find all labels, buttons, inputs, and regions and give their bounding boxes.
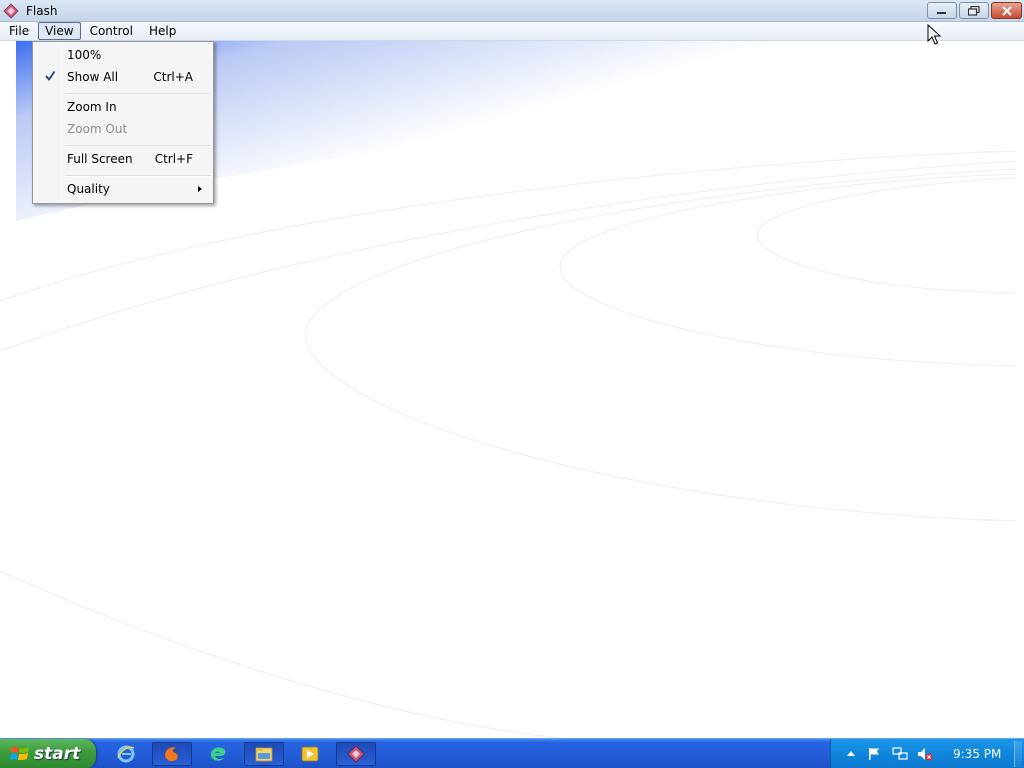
show-desktop-button[interactable] [1014, 741, 1022, 767]
network-icon[interactable] [892, 747, 908, 761]
menu-view[interactable]: View [38, 22, 81, 40]
menu-item-label: Show All [67, 70, 119, 84]
taskbar-item-edge[interactable] [198, 742, 238, 766]
title-bar: Flash [0, 0, 1024, 22]
volume-muted-icon[interactable] [917, 747, 933, 761]
menu-item-label: 100% [67, 48, 102, 62]
menu-item-zoom-out: Zoom Out [35, 119, 211, 139]
menu-item-label: Zoom Out [67, 122, 128, 136]
menu-item-100-percent[interactable]: 100% [35, 45, 211, 65]
minimize-button[interactable] [927, 2, 957, 19]
menu-separator [65, 93, 211, 95]
taskbar-item-file-explorer[interactable] [244, 742, 284, 766]
menu-separator [65, 145, 211, 147]
menu-help[interactable]: Help [142, 22, 183, 40]
menu-control[interactable]: Control [83, 22, 140, 40]
menu-bar: File View Control Help [0, 22, 1024, 41]
flash-player-icon [347, 745, 365, 763]
firefox-icon [164, 746, 180, 762]
menu-item-shortcut: Ctrl+F [154, 152, 193, 166]
menu-item-label: Full Screen [67, 152, 133, 166]
edge-icon [210, 747, 226, 761]
restore-icon [968, 5, 980, 16]
taskbar-item-firefox[interactable] [152, 742, 192, 766]
taskbar-clock[interactable]: 9:35 PM [953, 747, 1001, 761]
internet-explorer-icon [117, 745, 135, 763]
close-button[interactable] [991, 2, 1022, 19]
menu-item-quality[interactable]: Quality [35, 179, 211, 199]
menu-item-zoom-in[interactable]: Zoom In [35, 97, 211, 117]
taskbar: start 9:35 PM [0, 738, 1024, 768]
close-icon [1001, 5, 1012, 16]
taskbar-item-media-player[interactable] [290, 742, 330, 766]
restore-button[interactable] [959, 2, 989, 19]
view-menu-dropdown: 100% Show All Ctrl+A Zoom In Zoom Out Fu… [32, 41, 214, 204]
mouse-cursor-icon [927, 24, 941, 45]
taskbar-item-internet-explorer[interactable] [106, 742, 146, 766]
media-player-icon [301, 746, 319, 762]
window-title: Flash [26, 3, 58, 18]
start-label: start [34, 744, 81, 764]
file-explorer-icon [255, 747, 273, 762]
flash-app-icon [3, 2, 19, 19]
menu-item-show-all[interactable]: Show All Ctrl+A [35, 67, 211, 87]
start-button[interactable]: start [0, 739, 96, 768]
show-hidden-icons-arrow-icon[interactable] [847, 750, 855, 756]
menu-separator [65, 175, 211, 177]
checkmark-icon [45, 70, 56, 81]
menu-file[interactable]: File [2, 22, 36, 40]
menu-item-label: Quality [67, 182, 110, 196]
action-center-flag-icon[interactable] [867, 747, 881, 761]
system-tray: 9:35 PM [830, 739, 1024, 768]
submenu-arrow-icon [198, 186, 202, 192]
minimize-icon [937, 11, 946, 14]
menu-item-full-screen[interactable]: Full Screen Ctrl+F [35, 149, 211, 169]
menu-item-shortcut: Ctrl+A [153, 70, 193, 84]
taskbar-item-flash-player[interactable] [336, 742, 376, 766]
windows-logo-icon [10, 746, 29, 760]
menu-item-label: Zoom In [67, 100, 117, 114]
